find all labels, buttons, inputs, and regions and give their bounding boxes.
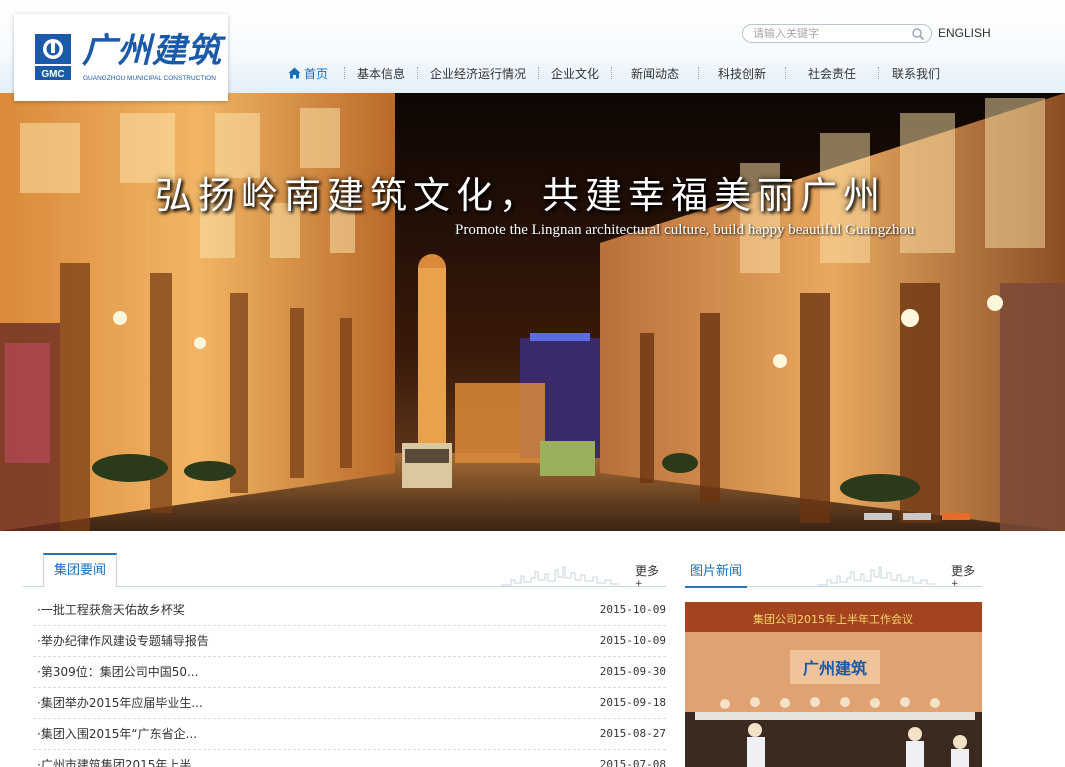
more-plus: + [635, 579, 643, 589]
news-title[interactable]: ·举办纪律作风建设专题辅导报告 [37, 626, 209, 656]
more-label: 更多 [635, 564, 660, 578]
photo-news-image[interactable]: 集团公司2015年上半年工作会议 广州建筑 [685, 602, 982, 767]
more-plus: + [951, 579, 959, 589]
news-title[interactable]: ·广州市建筑集团2015年上半... [37, 750, 203, 767]
list-item: ·一批工程获詹天佑故乡杯奖 2015-10-09 [33, 595, 666, 626]
news-date: 2015-09-30 [599, 665, 666, 678]
nav-item-technology[interactable]: 科技创新 [699, 62, 785, 84]
nav-label: 企业文化 [550, 66, 599, 81]
news-title[interactable]: ·第309位：集团公司中国50... [37, 657, 198, 687]
logo-title: 广州建筑 [82, 31, 222, 71]
banner-slogan-cn: 弘扬岭南建筑文化，共建幸福美丽广州 [155, 174, 886, 217]
slide-dot-2[interactable] [903, 513, 931, 520]
nav-item-culture[interactable]: 企业文化 [539, 62, 611, 84]
tab-group-news[interactable]: 集团要闻 [43, 553, 118, 588]
nav-item-news[interactable]: 新闻动态 [612, 62, 698, 84]
news-title[interactable]: ·集团入围2015年“广东省企... [37, 719, 197, 749]
list-item: ·广州市建筑集团2015年上半... 2015-07-08 [33, 750, 666, 767]
more-label: 更多 [951, 564, 976, 578]
search-input[interactable] [753, 26, 903, 41]
nav-item-contact[interactable]: 联系我们 [879, 62, 953, 84]
list-item: ·集团举办2015年应届毕业生... 2015-09-18 [33, 688, 666, 719]
news-date: 2015-09-18 [599, 696, 666, 709]
logo[interactable]: GMC 广州建筑 GUANGZHOU MUNICIPAL CONSTRUCTIO… [14, 14, 228, 101]
group-news-more-link[interactable]: 更多+ [635, 562, 666, 594]
news-date: 2015-08-27 [599, 727, 666, 740]
group-news-header: 集团要闻 更多+ [23, 553, 666, 589]
photo-news-header: 图片新闻 更多+ [685, 553, 982, 589]
slide-dot-3[interactable] [942, 513, 970, 520]
slide-indicators [864, 513, 970, 520]
news-date: 2015-10-09 [599, 634, 666, 647]
gmc-logo-icon: GMC [35, 34, 71, 80]
logo-subtitle: GUANGZHOU MUNICIPAL CONSTRUCTION [83, 75, 216, 82]
nav-item-home[interactable]: 首页 [272, 62, 344, 84]
banner-slogan-en: Promote the Lingnan architectural cultur… [455, 222, 915, 238]
list-item: ·集团入围2015年“广东省企... 2015-08-27 [33, 719, 666, 750]
skyline-decoration-icon [817, 566, 935, 586]
nav-label: 社会责任 [807, 66, 856, 81]
tab-photo-news[interactable]: 图片新闻 [685, 553, 748, 588]
photo-logo-text: 广州建筑 [803, 659, 867, 678]
search-icon[interactable] [911, 27, 925, 41]
banner-image [0, 93, 1065, 531]
nav-item-basic-info[interactable]: 基本信息 [345, 62, 417, 84]
list-item: ·第309位：集团公司中国50... 2015-09-30 [33, 657, 666, 688]
photo-news-more-link[interactable]: 更多+ [951, 562, 982, 594]
english-link[interactable]: ENGLISH [938, 26, 991, 40]
meeting-photo: 集团公司2015年上半年工作会议 广州建筑 [685, 602, 982, 767]
nav-item-social[interactable]: 社会责任 [786, 62, 878, 84]
header: GMC 广州建筑 GUANGZHOU MUNICIPAL CONSTRUCTIO… [0, 0, 1065, 101]
page: GMC 广州建筑 GUANGZHOU MUNICIPAL CONSTRUCTIO… [0, 0, 1065, 767]
slide-dot-1[interactable] [864, 513, 892, 520]
nav-item-economic[interactable]: 企业经济运行情况 [418, 62, 538, 84]
nav-label: 联系我们 [891, 66, 940, 81]
news-title[interactable]: ·一批工程获詹天佑故乡杯奖 [37, 595, 185, 625]
nav-label: 基本信息 [356, 66, 405, 81]
nav-label: 新闻动态 [630, 66, 679, 81]
skyline-decoration-icon [501, 566, 619, 586]
news-date: 2015-07-08 [599, 758, 666, 767]
group-news-list: ·一批工程获詹天佑故乡杯奖 2015-10-09 ·举办纪律作风建设专题辅导报告 2… [23, 587, 666, 767]
home-icon [288, 67, 301, 79]
nav-label: 科技创新 [717, 66, 766, 81]
nav-label: 企业经济运行情况 [429, 66, 526, 81]
search-box [742, 24, 932, 43]
main-nav: 首页 基本信息 企业经济运行情况 企业文化 新闻动态 科技创新 社会责任 联系我… [272, 62, 953, 84]
news-date: 2015-10-09 [599, 603, 666, 616]
list-item: ·举办纪律作风建设专题辅导报告 2015-10-09 [33, 626, 666, 657]
group-news-panel: 集团要闻 更多+ ·一批工程获詹天佑故乡杯奖 2015-10-09 ·举办纪律作风… [23, 553, 666, 767]
news-title[interactable]: ·集团举办2015年应届毕业生... [37, 688, 203, 718]
photo-news-panel: 图片新闻 更多+ 集团公司2015年上半年工作会议 广州建筑 [685, 553, 982, 767]
nav-label: 首页 [303, 66, 328, 81]
photo-banner-text: 集团公司2015年上半年工作会议 [753, 612, 913, 626]
hero-banner[interactable]: 弘扬岭南建筑文化，共建幸福美丽广州 Promote the Lingnan ar… [0, 93, 1065, 531]
logo-badge-text: GMC [41, 69, 64, 80]
